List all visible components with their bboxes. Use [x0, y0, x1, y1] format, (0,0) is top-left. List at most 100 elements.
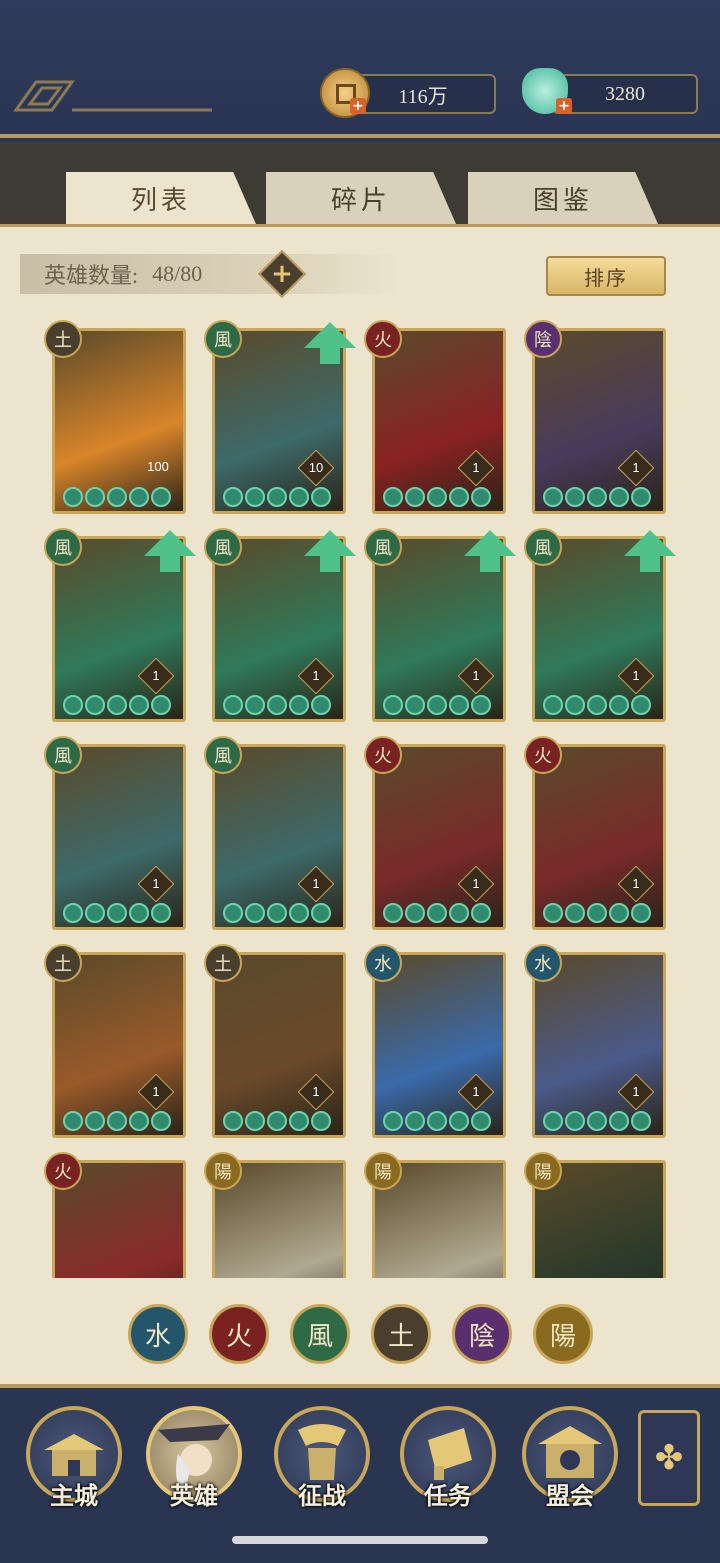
hero-card[interactable]: 1 — [212, 744, 346, 930]
tab-codex[interactable]: 图鉴 — [468, 172, 658, 224]
filter-earth-button[interactable]: 土 — [371, 1304, 431, 1364]
jade-star-icon — [245, 1111, 265, 1131]
hero-card[interactable]: 1 — [212, 952, 346, 1138]
jade-star-icon — [289, 695, 309, 715]
jade-star-icon — [129, 695, 149, 715]
element-wind-icon: 風 — [364, 528, 402, 566]
star-rating — [383, 903, 491, 923]
tab-fragments[interactable]: 碎片 — [266, 172, 456, 224]
level-value: 1 — [312, 668, 320, 683]
jade-star-icon — [63, 1111, 83, 1131]
jade-star-icon — [543, 487, 563, 507]
element-fire-icon: 火 — [364, 736, 402, 774]
jade-star-icon — [151, 695, 171, 715]
element-fire-icon: 火 — [364, 320, 402, 358]
element-fire-icon: 火 — [44, 1152, 82, 1190]
tab-list[interactable]: 列表 — [66, 172, 256, 224]
hero-portrait — [55, 747, 183, 927]
hero-card[interactable]: 1 — [532, 952, 666, 1138]
element-yin-icon: 陰 — [524, 320, 562, 358]
level-value: 1 — [632, 460, 640, 475]
hero-card[interactable]: 1 — [372, 952, 506, 1138]
level-value: 1 — [472, 876, 480, 891]
home-indicator[interactable] — [232, 1536, 488, 1544]
element-wind-icon: 風 — [524, 528, 562, 566]
element-earth-icon: 土 — [204, 944, 242, 982]
hero-card[interactable]: 1 — [532, 744, 666, 930]
level-value: 10 — [308, 460, 324, 475]
jade-star-icon — [129, 487, 149, 507]
upgrade-arrow-stem — [320, 554, 340, 572]
hero-portrait — [215, 955, 343, 1135]
hero-card[interactable]: 100 — [52, 328, 186, 514]
jade-counter[interactable]: 3280 — [552, 74, 698, 114]
jade-star-icon — [587, 487, 607, 507]
jade-star-icon — [85, 487, 105, 507]
jade-star-icon — [471, 695, 491, 715]
jade-star-icon — [565, 903, 585, 923]
upgrade-arrow-icon — [304, 530, 356, 572]
jade-star-icon — [383, 1111, 403, 1131]
level-value: 1 — [472, 668, 480, 683]
jade-star-icon — [63, 487, 83, 507]
hero-card[interactable]: 1 — [52, 744, 186, 930]
jade-star-icon — [405, 487, 425, 507]
jade-star-icon — [543, 695, 563, 715]
jade-star-icon — [427, 903, 447, 923]
plus-icon: + — [271, 259, 293, 289]
tab-list-label: 列表 — [130, 185, 191, 215]
jade-star-icon — [565, 1111, 585, 1131]
element-wind-icon: 風 — [204, 736, 242, 774]
hero-card[interactable]: 1 — [372, 328, 506, 514]
level-badge: 100 — [141, 455, 175, 479]
jade-star-icon — [609, 1111, 629, 1131]
element-wind-icon: 風 — [44, 736, 82, 774]
level-value: 1 — [632, 668, 640, 683]
jade-star-icon — [383, 903, 403, 923]
filter-water-button[interactable]: 水 — [128, 1304, 188, 1364]
jade-star-icon — [311, 695, 331, 715]
hero-card[interactable]: 1 — [372, 744, 506, 930]
jade-star-icon — [63, 695, 83, 715]
jade-star-icon — [449, 487, 469, 507]
element-earth-icon: 土 — [44, 320, 82, 358]
jade-star-icon — [383, 695, 403, 715]
jade-star-icon — [223, 695, 243, 715]
hero-count: 英雄数量: 48/80 — [20, 254, 400, 294]
filter-yang-button[interactable]: 陽 — [533, 1304, 593, 1364]
jade-star-icon — [129, 903, 149, 923]
level-value: 1 — [152, 876, 160, 891]
add-jade-button[interactable]: + — [556, 98, 572, 114]
jade-star-icon — [311, 487, 331, 507]
jade-star-icon — [383, 487, 403, 507]
hero-count-label: 英雄数量: — [44, 263, 139, 288]
hero-card[interactable]: 1 — [52, 952, 186, 1138]
element-yang-icon: 陽 — [524, 1152, 562, 1190]
jade-star-icon — [267, 487, 287, 507]
jade-star-icon — [129, 1111, 149, 1131]
jade-star-icon — [311, 903, 331, 923]
sort-button[interactable]: 排序 — [546, 256, 666, 296]
star-rating — [223, 487, 331, 507]
hero-card[interactable]: 1 — [532, 328, 666, 514]
level-value: 1 — [152, 1084, 160, 1099]
jade-star-icon — [449, 1111, 469, 1131]
jade-star-icon — [631, 903, 651, 923]
jade-star-icon — [631, 1111, 651, 1131]
nav-main-city-label: 主城 — [50, 1484, 98, 1510]
four-petal-menu-icon[interactable]: ✤ — [638, 1410, 700, 1506]
filter-fire-button[interactable]: 火 — [209, 1304, 269, 1364]
jade-star-icon — [565, 487, 585, 507]
jade-star-icon — [245, 695, 265, 715]
jade-star-icon — [311, 1111, 331, 1131]
filter-yin-button[interactable]: 陰 — [452, 1304, 512, 1364]
coin-counter[interactable]: 116万 — [350, 74, 496, 114]
jade-star-icon — [85, 903, 105, 923]
jade-star-icon — [267, 903, 287, 923]
jade-star-icon — [543, 1111, 563, 1131]
hero-portrait — [55, 955, 183, 1135]
upgrade-arrow-icon — [144, 530, 196, 572]
tab-codex-label: 图鉴 — [532, 185, 593, 215]
add-coins-button[interactable]: + — [350, 98, 366, 114]
filter-wind-button[interactable]: 風 — [290, 1304, 350, 1364]
